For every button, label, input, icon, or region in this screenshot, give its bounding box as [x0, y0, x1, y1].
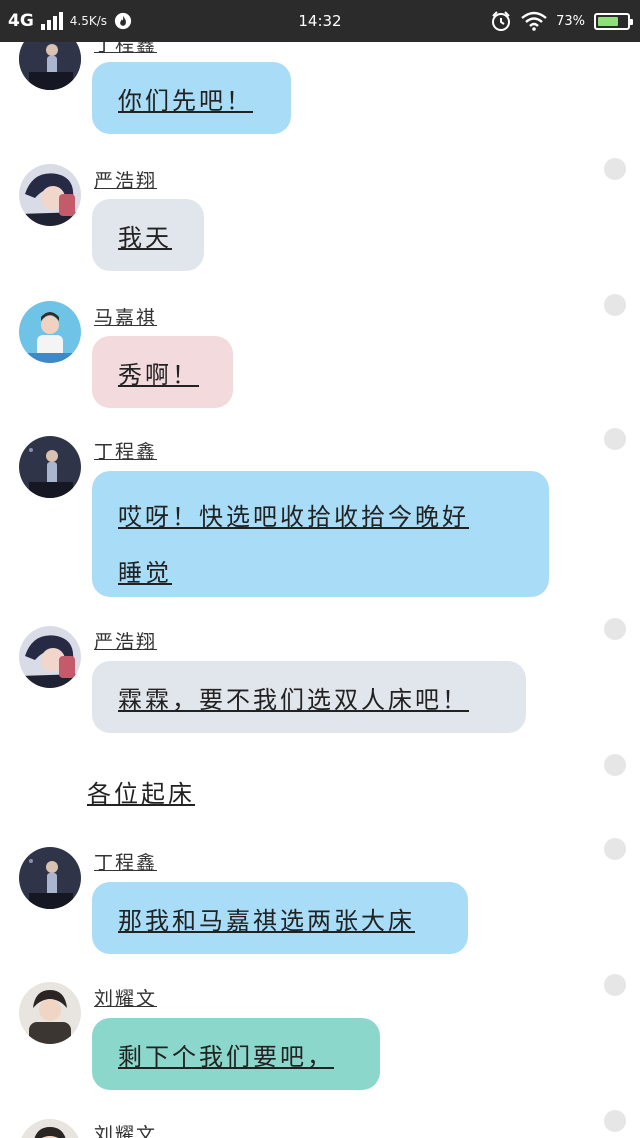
status-dot[interactable]	[604, 294, 626, 316]
status-dot[interactable]	[604, 618, 626, 640]
sender-name: 刘耀文	[94, 988, 158, 1010]
message-bubble[interactable]: 我天	[92, 199, 204, 271]
avatar[interactable]	[19, 626, 81, 688]
sender-name: 严浩翔	[94, 170, 158, 192]
status-dot[interactable]	[604, 974, 626, 996]
avatar[interactable]	[19, 42, 81, 90]
status-dot[interactable]	[604, 1110, 626, 1132]
message-bubble[interactable]: 那我和马嘉祺选两张大床	[92, 882, 468, 954]
sender-name: 丁程鑫	[94, 441, 158, 463]
message-bubble[interactable]: 哎呀！快选吧收拾收拾今晚好 睡觉	[92, 471, 549, 597]
sender-name: 马嘉祺	[94, 307, 158, 329]
sender-name: 丁程鑫	[94, 42, 158, 56]
narration-text: 各位起床	[87, 780, 195, 808]
status-right: 73%	[490, 0, 633, 42]
message-bubble[interactable]: 霖霖，要不我们选双人床吧！	[92, 661, 526, 733]
status-bar: 4G 4.5K/s 14:32 73%	[0, 0, 640, 42]
sender-name: 刘耀文	[94, 1124, 158, 1138]
avatar[interactable]	[19, 847, 81, 909]
status-dot[interactable]	[604, 754, 626, 776]
alarm-icon	[492, 11, 511, 31]
wifi-icon	[521, 11, 547, 31]
avatar[interactable]	[19, 436, 81, 498]
sender-name: 严浩翔	[94, 631, 158, 653]
message-text: 我天	[118, 223, 172, 252]
status-dot[interactable]	[604, 158, 626, 180]
status-dot[interactable]	[604, 428, 626, 450]
status-dot[interactable]	[604, 838, 626, 860]
battery-icon	[594, 12, 633, 30]
message-text: 你们先吧！	[118, 86, 253, 115]
message-text: 剩下个我们要吧，	[118, 1042, 334, 1071]
avatar[interactable]	[19, 982, 81, 1044]
message-text-line: 睡觉	[118, 559, 172, 587]
avatar[interactable]	[19, 164, 81, 226]
message-bubble[interactable]: 你们先吧！	[92, 62, 291, 134]
avatar[interactable]	[19, 1119, 81, 1138]
battery-percent: 73%	[556, 13, 585, 29]
message-text: 秀啊！	[118, 360, 199, 389]
message-text: 霖霖，要不我们选双人床吧！	[118, 685, 469, 714]
avatar[interactable]	[19, 301, 81, 363]
message-text: 那我和马嘉祺选两张大床	[118, 906, 415, 935]
battery-level	[598, 16, 619, 26]
chat-list[interactable]: 丁程鑫 你们先吧！ 严浩翔 我天 马嘉祺 秀啊！ 丁程鑫 哎呀！快选吧收拾收拾今…	[0, 42, 640, 1138]
message-text-line: 哎呀！快选吧收拾收拾今晚好	[118, 503, 469, 531]
message-bubble[interactable]: 秀啊！	[92, 336, 233, 408]
message-bubble[interactable]: 剩下个我们要吧，	[92, 1018, 380, 1090]
sender-name: 丁程鑫	[94, 852, 158, 874]
